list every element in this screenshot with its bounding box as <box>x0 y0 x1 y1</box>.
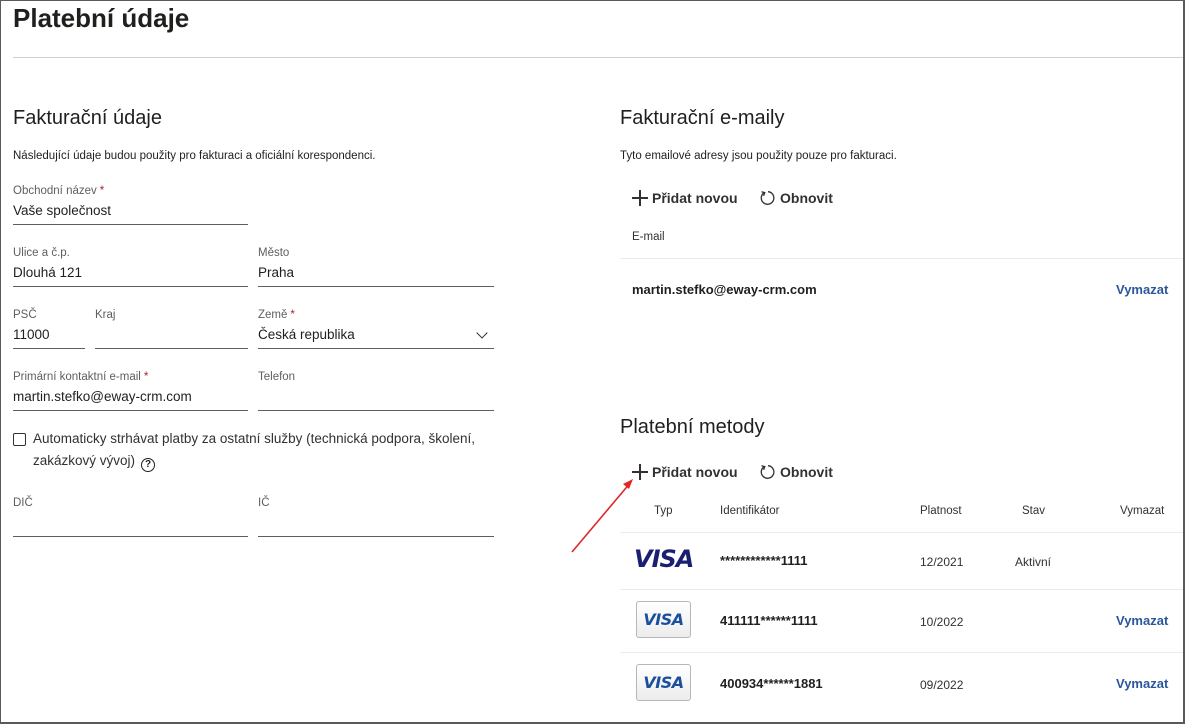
annotation-arrow-icon <box>571 479 633 553</box>
window-frame <box>0 0 1185 724</box>
payment-identifier: ************1111 <box>720 553 808 568</box>
divider <box>620 258 1183 259</box>
phone-field: Telefon <box>258 369 494 411</box>
zip-field: PSČ 11000 <box>13 307 85 349</box>
phone-input[interactable] <box>258 385 494 411</box>
company-name-input[interactable]: Vaše společnost <box>13 199 248 225</box>
email-row-value: martin.stefko@eway-crm.com <box>632 282 817 297</box>
ic-input[interactable] <box>258 511 494 537</box>
street-field: Ulice a č.p. Dlouhá 121 <box>13 245 248 287</box>
visa-card-icon: VISA <box>636 664 691 701</box>
company-name-field: Obchodní název * Vaše společnost <box>13 183 248 225</box>
ic-label: IČ <box>258 497 270 509</box>
billing-description: Následující údaje budou použity pro fakt… <box>13 150 376 162</box>
type-column-header: Typ <box>654 505 673 517</box>
email-delete-link[interactable]: Vymazat <box>1116 282 1168 297</box>
city-field: Město Praha <box>258 245 494 287</box>
payment-delete-link[interactable]: Vymazat <box>1116 613 1168 628</box>
ic-field: IČ <box>258 495 494 537</box>
delete-column-header: Vymazat <box>1120 505 1165 517</box>
payment-status: Aktivní <box>1015 555 1052 569</box>
emails-add-label: Přidat novou <box>652 190 738 206</box>
auto-charge-label-wrap: Automaticky strhávat platby za ostatní s… <box>33 428 503 472</box>
street-label: Ulice a č.p. <box>13 247 70 259</box>
title-divider <box>13 57 1183 58</box>
emails-description: Tyto emailové adresy jsou použity pouze … <box>620 150 897 162</box>
divider <box>620 589 1183 590</box>
region-field: Kraj <box>95 307 248 349</box>
email-label: Primární kontaktní e-mail <box>13 371 141 383</box>
payment-refresh-label: Obnovit <box>780 464 833 480</box>
required-marker: * <box>99 185 105 197</box>
payment-add-label: Přidat novou <box>652 464 738 480</box>
page-title: Platební údaje <box>13 3 190 33</box>
payment-validity: 12/2021 <box>920 555 964 569</box>
status-column-header: Stav <box>1022 505 1046 517</box>
required-marker: * <box>143 371 149 383</box>
zip-input[interactable]: 11000 <box>13 323 85 349</box>
company-name-label: Obchodní název <box>13 185 97 197</box>
required-marker: * <box>290 309 295 321</box>
emails-refresh-button[interactable]: Obnovit <box>760 190 833 206</box>
divider <box>620 652 1183 653</box>
payment-add-button[interactable]: Přidat novou <box>632 464 738 480</box>
payment-validity: 09/2022 <box>920 678 964 692</box>
billing-section-title: Fakturační údaje <box>13 107 162 129</box>
emails-refresh-label: Obnovit <box>780 190 833 206</box>
country-label: Země <box>258 309 288 321</box>
city-label: Město <box>258 247 290 259</box>
divider <box>620 532 1183 533</box>
region-label: Kraj <box>95 309 116 321</box>
chevron-down-icon <box>476 327 488 339</box>
country-selected-value: Česká republika <box>258 327 355 342</box>
auto-charge-label: Automaticky strhávat platby za ostatní s… <box>33 431 475 468</box>
auto-charge-checkbox[interactable] <box>13 433 26 446</box>
plus-icon <box>632 190 648 206</box>
payment-identifier: 411111******1111 <box>720 613 818 628</box>
payment-identifier: 400934******1881 <box>720 676 823 691</box>
visa-card-icon: VISA <box>636 601 691 638</box>
street-input[interactable]: Dlouhá 121 <box>13 261 248 287</box>
emails-section-title: Fakturační e-maily <box>620 107 785 129</box>
dic-label: DIČ <box>13 497 33 509</box>
emails-add-button[interactable]: Přidat novou <box>632 190 738 206</box>
payment-validity: 10/2022 <box>920 615 964 629</box>
email-field: Primární kontaktní e-mail * martin.stefko… <box>13 369 248 411</box>
region-input[interactable] <box>95 323 248 349</box>
refresh-icon <box>760 465 775 479</box>
city-input[interactable]: Praha <box>258 261 494 287</box>
payment-delete-link[interactable]: Vymazat <box>1116 676 1168 691</box>
country-field: Země * Česká republika <box>258 307 494 349</box>
payment-refresh-button[interactable]: Obnovit <box>760 464 833 480</box>
validity-column-header: Platnost <box>920 505 962 517</box>
refresh-icon <box>760 191 775 205</box>
email-column-header: E-mail <box>632 231 665 243</box>
zip-label: PSČ <box>13 309 37 321</box>
country-select[interactable]: Česká republika <box>258 323 494 349</box>
phone-label: Telefon <box>258 371 296 383</box>
payment-section-title: Platební metody <box>620 416 765 438</box>
dic-input[interactable] <box>13 511 248 537</box>
email-input[interactable]: martin.stefko@eway-crm.com <box>13 385 248 411</box>
identifier-column-header: Identifikátor <box>720 505 780 517</box>
dic-field: DIČ <box>13 495 248 537</box>
help-icon[interactable]: ? <box>141 458 156 472</box>
